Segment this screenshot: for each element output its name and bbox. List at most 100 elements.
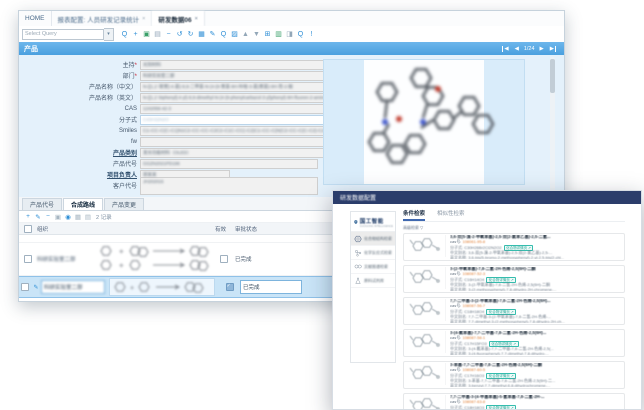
sidebar-item-literature-search[interactable]: 文献图谱检索 — [351, 260, 395, 274]
tab-rd-data[interactable]: 研发数据06 × — [152, 11, 204, 26]
cas-number-link[interactable]: 108087-52-3 — [462, 271, 485, 276]
close-icon[interactable]: × — [195, 16, 198, 22]
list-item[interactable]: 3-苯基-7,7-二甲基-7,8-二氢-2H-色烯-2,5(6H)-二酮 cas… — [403, 361, 625, 389]
field-input[interactable]: 光刻材料 — [140, 60, 328, 70]
add-icon[interactable]: + — [130, 30, 141, 39]
field-input[interactable]: 588.73 — [140, 137, 351, 147]
shield-logo-icon: G — [354, 216, 358, 228]
status-input[interactable]: 已完成 — [240, 280, 302, 294]
target-icon[interactable]: ◉ — [63, 213, 73, 221]
cas-number-link[interactable]: 108087-56-7 — [462, 303, 485, 308]
cas-number-link[interactable]: 108061-95-8 — [462, 239, 485, 244]
print-icon[interactable]: ▨ — [229, 30, 240, 39]
sidebar-item-structure-search[interactable]: 化合物结构检索 — [351, 232, 395, 246]
field-value: JH202015 — [143, 179, 164, 184]
close-icon[interactable]: × — [142, 16, 145, 22]
dialog-sidebar: G 国工智能 GUOGONG INTELLIGENCE 化合物结构检索 化学反应… — [350, 211, 396, 363]
sidebar-item-reagent-library[interactable]: 原料试剂库 — [351, 274, 395, 288]
chart-icon[interactable]: ▥ — [273, 30, 284, 39]
field-input[interactable]: GGZN2021PD196 — [140, 159, 318, 169]
edit-row-icon[interactable]: ✎ — [31, 284, 41, 291]
cas-number-link[interactable]: 108087-60-5 — [462, 367, 485, 372]
cas-number-link[interactable]: 108087-58-1 — [462, 335, 485, 340]
list-item[interactable]: 3-(2-甲氧苯基)-7,8-二氢-2H-色烯-2,5(6H)-二酮 cas号:… — [403, 265, 625, 293]
row-checkbox[interactable] — [24, 255, 32, 263]
refresh-icon[interactable]: ↻ — [185, 30, 196, 39]
field-input[interactable]: JH202015 — [140, 177, 318, 195]
org-input[interactable]: 科研实验室二部 — [41, 280, 105, 294]
valid-checkbox[interactable] — [220, 255, 228, 263]
first-page-button[interactable]: ◀ — [502, 46, 508, 52]
zoom-icon[interactable]: Q — [218, 30, 229, 39]
last-page-button[interactable]: ▶ — [550, 46, 556, 52]
dialog-title-bar[interactable]: 研发数据配置 — [333, 191, 641, 204]
copy-icon[interactable]: ▣ — [141, 30, 152, 39]
list-item[interactable]: 3,6-双(5-溴-2-甲氧苯基)-2,5-双(2-氯苯乙基)-2,5-二氢..… — [403, 233, 625, 261]
find-icon[interactable]: Q — [295, 30, 306, 39]
tab-home[interactable]: HOME — [19, 11, 52, 26]
tab-similarity-search[interactable]: 相似性检索 — [437, 209, 465, 221]
undo-icon[interactable]: ↺ — [174, 30, 185, 39]
filter-label: 高级检索 — [403, 225, 419, 230]
add-window-icon[interactable]: ⊞ — [262, 30, 273, 39]
sidebar-item-reaction-search[interactable]: 化学反应式检索 — [351, 246, 395, 260]
valid-checkbox[interactable] — [226, 283, 234, 291]
save-icon[interactable]: ▤ — [152, 30, 163, 39]
field-value: 郭某某 — [143, 172, 157, 178]
molecule-viewer[interactable] — [323, 59, 525, 185]
tab-product-code[interactable]: 产品代号 — [22, 198, 62, 210]
field-label: CAS — [125, 106, 137, 112]
list-item[interactable]: 7,7-二甲基-3-(2-甲氧苯基)-7,8-二氢-2H-色烯-2,5(6H).… — [403, 297, 625, 325]
scrollbar-thumb[interactable] — [550, 59, 555, 93]
expand-icon[interactable]: ▼ — [251, 30, 262, 39]
collapse-icon[interactable]: ▲ — [240, 30, 251, 39]
copy-row-icon[interactable]: ▣ — [53, 213, 63, 221]
add-row-icon[interactable]: + — [23, 213, 33, 221]
page-indicator: 1/24 — [524, 46, 535, 52]
remove-icon[interactable]: − — [163, 30, 174, 39]
list-icon[interactable]: ▤ — [83, 213, 93, 221]
field-input[interactable]: 发光功能材料（OLED） — [140, 148, 328, 158]
search-icon[interactable]: Q — [119, 30, 130, 39]
field-input[interactable]: C43H32N2O — [140, 115, 328, 125]
alert-icon[interactable]: ! — [306, 30, 317, 39]
delete-row-icon[interactable]: − — [43, 213, 53, 221]
chevron-down-icon[interactable]: ▾ — [104, 28, 114, 41]
tab-report-config[interactable]: 报表配置: 人员研发记录统计 × — [52, 11, 153, 26]
tab-synthesis-route[interactable]: 合成路线 — [63, 198, 103, 210]
edit-icon[interactable]: ✎ — [207, 30, 218, 39]
form-field-row: CAS 1242056-42-3 — [21, 104, 351, 113]
next-page-button[interactable]: ▶ — [540, 46, 544, 52]
list-item[interactable]: 7,7-二甲基-3-(4-甲基苯基)-5-氢苯基-7,8-二氢-2H-... c… — [403, 393, 625, 410]
tab-product-change[interactable]: 产品变更 — [104, 198, 144, 210]
field-input[interactable]: N-([1,1'-联苯]-4-基)-9,9-二甲基-N-(4-(9-苯基-9H-… — [140, 82, 351, 92]
column-status[interactable]: 审批状态 — [235, 225, 295, 233]
prev-page-button[interactable]: ◀ — [515, 46, 519, 52]
structure-thumbnail — [407, 267, 446, 289]
vertical-scrollbar[interactable] — [550, 57, 555, 191]
column-org[interactable]: 组织 — [37, 225, 97, 233]
grid-icon[interactable]: ▦ — [196, 30, 207, 39]
formula-line: 分子式: C18H18O3 — [450, 405, 484, 410]
list-item[interactable]: 3-(4-氟苯基)-7,7-二甲基-7,8-二氢-2H-色烯-2,5(6H)..… — [403, 329, 625, 357]
field-input[interactable]: C1=CC=C(C=C1)N1C2=CC=CC=C2C2=C1C=CC(=C2)… — [140, 126, 351, 136]
tab-rd-data-label: 研发数据06 — [158, 14, 191, 24]
field-label: 产品名称（英文） — [89, 96, 137, 102]
compound-detail-badge[interactable]: 化合物详情页 ↗ — [486, 405, 516, 410]
structure-thumbnail — [407, 299, 446, 321]
query-select[interactable]: Select Query — [22, 29, 104, 40]
select-all-checkbox[interactable] — [24, 225, 32, 233]
tab-condition-search[interactable]: 条件检索 — [403, 209, 425, 221]
edit-row-icon[interactable]: ✎ — [33, 213, 43, 221]
row-checkbox[interactable] — [21, 283, 29, 291]
form-field-row: fw 588.73 — [21, 137, 351, 146]
advanced-filter-toggle[interactable]: 高级检索 ▽ — [403, 225, 625, 231]
field-input[interactable]: N-([1,1'-biphenyl]-4-yl)-9,9-dimethyl-N-… — [140, 93, 351, 103]
package-icon[interactable]: ◨ — [284, 30, 295, 39]
layout-icon[interactable]: ▦ — [73, 213, 83, 221]
result-card-list: 3,6-双(5-溴-2-甲氧苯基)-2,5-双(2-氯苯乙基)-2,5-二氢..… — [403, 233, 625, 410]
cas-number-link[interactable]: 108087-63-8 — [462, 399, 485, 404]
field-input[interactable]: 1242056-42-3 — [140, 104, 328, 114]
column-valid[interactable]: 有效 — [215, 225, 232, 233]
field-input[interactable]: 科研实验室二部 — [140, 71, 328, 81]
